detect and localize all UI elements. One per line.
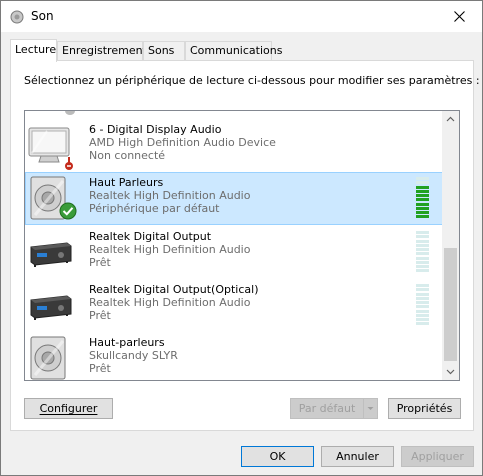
- meter-segment: [416, 248, 429, 251]
- meter-segment: [416, 260, 429, 264]
- scrollbar-thumb[interactable]: [444, 248, 457, 361]
- meter-segment: [416, 211, 429, 214]
- playback-panel: Sélectionnez un périphérique de lecture …: [10, 60, 480, 431]
- meter-segment: [416, 252, 429, 256]
- title-bar: Son: [1, 1, 482, 32]
- tab-enregistrement[interactable]: Enregistrement: [57, 41, 147, 61]
- properties-button[interactable]: Propriétés: [388, 398, 461, 419]
- meter-segment: [416, 309, 429, 313]
- meter-segment: [416, 288, 429, 292]
- device-driver: Realtek High Definition Audio: [89, 296, 251, 309]
- meter-segment: [416, 269, 429, 273]
- device-status: Prêt: [89, 256, 111, 269]
- device-driver: AMD High Definition Audio Device: [89, 136, 276, 149]
- device-item[interactable]: Realtek Digital Output Realtek High Defi…: [25, 226, 443, 279]
- device-status: Prêt: [89, 362, 111, 375]
- device-item[interactable]: Haut-parleurs Skullcandy SLYR Prêt: [25, 332, 443, 380]
- chevron-down-icon: [367, 407, 374, 410]
- meter-segment: [416, 322, 429, 326]
- meter-segment: [416, 256, 429, 260]
- apply-button[interactable]: Appliquer: [401, 446, 474, 467]
- set-default-dropdown[interactable]: [363, 399, 377, 418]
- apply-label: Appliquer: [411, 450, 464, 463]
- meter-segment: [416, 239, 429, 243]
- list-scrollbar[interactable]: [442, 111, 459, 380]
- device-driver: Realtek High Definition Audio: [89, 243, 251, 256]
- meter-segment: [416, 296, 429, 300]
- configure-button[interactable]: Configurer: [24, 398, 113, 419]
- device-list[interactable]: 6 - Digital Display Audio AMD High Defin…: [24, 110, 460, 381]
- configure-label: Configurer: [39, 402, 98, 415]
- meter-segment: [416, 305, 429, 309]
- sound-app-icon: [10, 10, 24, 24]
- volume-meter: [416, 284, 429, 326]
- device-item-selected[interactable]: Haut Parleurs Realtek High Definition Au…: [25, 172, 443, 225]
- close-button[interactable]: [438, 1, 482, 32]
- close-icon: [454, 11, 465, 22]
- meter-segment: [416, 215, 429, 219]
- device-name: Haut Parleurs: [89, 176, 164, 189]
- device-name: Haut-parleurs: [89, 336, 165, 349]
- device-text: 6 - Digital Display Audio AMD High Defin…: [89, 123, 276, 162]
- meter-segment: [416, 292, 429, 296]
- meter-segment: [416, 313, 429, 317]
- device-status: Périphérique par défaut: [89, 202, 220, 215]
- tab-communications[interactable]: Communications: [185, 41, 282, 61]
- meter-segment: [416, 243, 429, 247]
- scroll-down-icon[interactable]: [442, 363, 459, 380]
- cancel-button[interactable]: Annuler: [321, 446, 394, 467]
- set-default-label: Par défaut: [298, 402, 356, 415]
- instructions-text: Sélectionnez un périphérique de lecture …: [24, 74, 480, 87]
- device-name: Realtek Digital Output(Optical): [89, 283, 259, 296]
- sound-dialog: Son Lecture Enregistrement Sons Communic…: [0, 0, 483, 476]
- device-name: 6 - Digital Display Audio: [89, 123, 222, 136]
- ok-label: OK: [269, 450, 286, 463]
- meter-segment: [416, 185, 429, 189]
- volume-meter: [416, 231, 429, 273]
- device-name: Realtek Digital Output: [89, 230, 212, 243]
- ok-button[interactable]: OK: [241, 446, 314, 467]
- scroll-up-icon[interactable]: [442, 111, 459, 128]
- meter-segment: [416, 265, 429, 268]
- disconnected-badge-icon: [65, 157, 73, 170]
- receiver-icon: [30, 242, 72, 267]
- device-text: Realtek Digital Output Realtek High Defi…: [89, 230, 250, 269]
- meter-segment: [416, 198, 429, 202]
- device-item[interactable]: 6 - Digital Display Audio AMD High Defin…: [25, 119, 443, 172]
- meter-segment: [416, 189, 429, 193]
- default-check-icon: [59, 202, 77, 220]
- cancel-label: Annuler: [336, 450, 379, 463]
- device-item[interactable]: Realtek Digital Output(Optical) Realtek …: [25, 279, 443, 332]
- meter-segment: [416, 194, 429, 197]
- meter-segment: [416, 206, 429, 210]
- tab-sons[interactable]: Sons: [143, 41, 185, 61]
- speaker-icon: [30, 336, 66, 380]
- set-default-button[interactable]: Par défaut: [290, 398, 378, 419]
- meter-segment: [416, 202, 429, 206]
- meter-segment: [416, 181, 429, 185]
- meter-segment: [416, 235, 429, 239]
- meter-segment: [416, 284, 429, 287]
- device-text: Haut Parleurs Realtek High Definition Au…: [89, 176, 250, 215]
- meter-segment: [416, 231, 429, 234]
- device-driver: Skullcandy SLYR: [89, 349, 178, 362]
- device-status: Non connecté: [89, 149, 166, 162]
- volume-meter: [416, 177, 429, 219]
- meter-segment: [416, 177, 429, 180]
- device-text: Haut-parleurs Skullcandy SLYR Prêt: [89, 336, 178, 375]
- receiver-icon: [30, 295, 72, 320]
- device-status: Prêt: [89, 309, 111, 322]
- tab-lecture[interactable]: Lecture: [10, 39, 57, 62]
- partial-device-icon: [65, 111, 75, 115]
- device-driver: Realtek High Definition Audio: [89, 189, 251, 202]
- meter-segment: [416, 318, 429, 321]
- device-text: Realtek Digital Output(Optical) Realtek …: [89, 283, 258, 322]
- window-title: Son: [31, 9, 54, 23]
- properties-label: Propriétés: [396, 402, 453, 415]
- meter-segment: [416, 301, 429, 304]
